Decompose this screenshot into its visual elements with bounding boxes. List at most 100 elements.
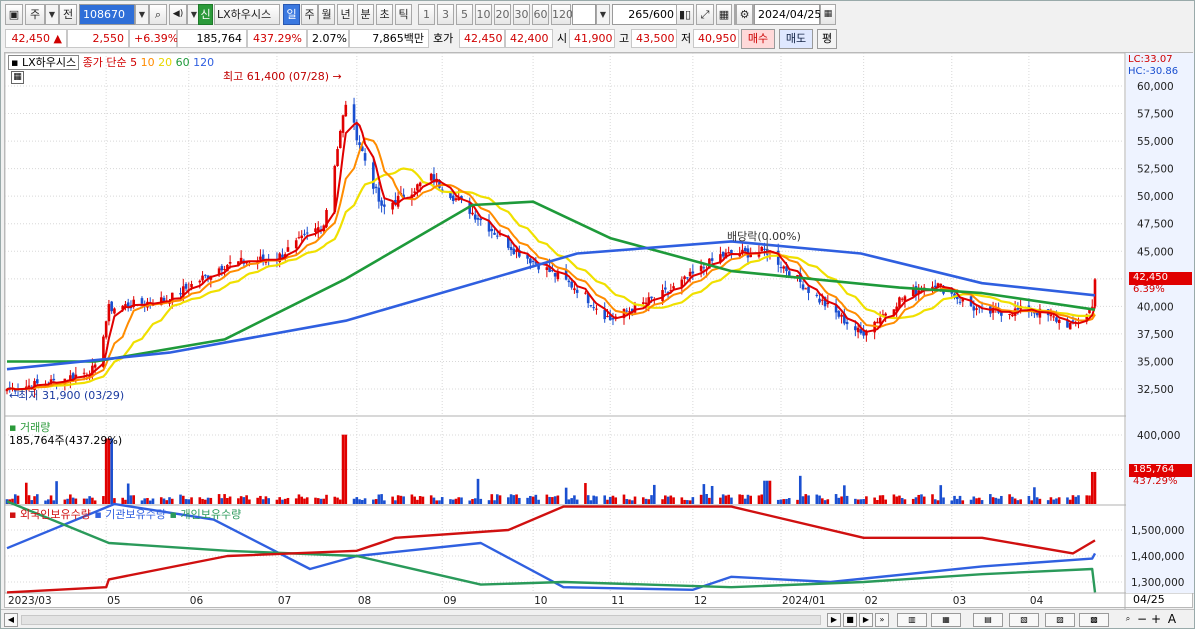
x-tick-label: 05	[107, 595, 120, 607]
volume-bar	[1046, 500, 1050, 504]
volume-bar	[267, 498, 270, 504]
volume-bar	[416, 499, 419, 504]
expand-icon[interactable]: ▦	[716, 4, 732, 25]
volume-bar	[1052, 499, 1055, 504]
scroll-track[interactable]	[21, 615, 821, 625]
stock-code-input[interactable]: 108670	[79, 4, 135, 25]
period-button-0[interactable]: 일	[283, 4, 300, 25]
legend-inst[interactable]: ▪ 기관보유수량	[94, 508, 166, 521]
candle-body	[1016, 307, 1020, 310]
search-zoom-icon[interactable]: ⌕	[1121, 613, 1135, 627]
layout-6-icon[interactable]: ▩	[1079, 613, 1109, 627]
interval-button-1[interactable]: 3	[437, 4, 454, 25]
eval-button[interactable]: 평	[817, 29, 837, 49]
volume-bar	[322, 498, 326, 504]
volume-bar	[305, 497, 309, 504]
volume-bar	[804, 494, 808, 504]
legend-ma10[interactable]: 10	[141, 56, 155, 69]
legend-price-label[interactable]: 종가	[83, 56, 103, 69]
play-icon[interactable]: ▶	[859, 613, 873, 627]
stock-code-dropdown-icon[interactable]: ▼	[135, 4, 149, 25]
period-button-6[interactable]: 틱	[395, 4, 412, 25]
interval-button-6[interactable]: 60	[532, 4, 549, 25]
fast-forward-icon[interactable]: »	[875, 613, 889, 627]
scroll-left-icon[interactable]: ◀	[4, 613, 18, 627]
volume-bar	[931, 494, 934, 504]
search-icon[interactable]: ⌕	[149, 4, 167, 25]
interval-button-7[interactable]: 120	[551, 4, 573, 25]
speaker-icon[interactable]: ◀)	[169, 4, 187, 25]
layout-3-icon[interactable]: ▤	[973, 613, 1003, 627]
layout-1-icon[interactable]: ▥	[897, 613, 927, 627]
interval-dropdown-icon[interactable]: ▼	[596, 4, 610, 25]
volume-bar	[209, 497, 213, 504]
chart-scrollbar[interactable]: ◀ ▶ ■ ▶ » ▥ ▦ ▤ ▧ ▨ ▩ ⌕ − + A	[1, 609, 1194, 628]
price-tick-label: 35,000	[1137, 356, 1174, 368]
legend-ma20[interactable]: 20	[158, 56, 172, 69]
layout-4-icon[interactable]: ▧	[1009, 613, 1039, 627]
legend-ma-label[interactable]: 단순	[106, 56, 126, 69]
stop-icon[interactable]: ■	[843, 613, 857, 627]
volume-bar	[1011, 496, 1014, 504]
interval-button-2[interactable]: 5	[456, 4, 473, 25]
period-button-5[interactable]: 초	[376, 4, 393, 25]
volume-bar	[24, 482, 28, 504]
legend-ma120[interactable]: 120	[193, 56, 214, 69]
volume-tick-label: 400,000	[1137, 430, 1180, 442]
interval-button-3[interactable]: 10	[475, 4, 492, 25]
volume-bar	[548, 496, 551, 504]
legend-stock-name[interactable]: ▪ LX하우시스	[8, 55, 80, 70]
candle-type-icon[interactable]: ▮▯	[676, 4, 694, 25]
price-legend: ▪ LX하우시스 종가 단순 5 10 20 60 120	[8, 54, 214, 70]
volume-bar	[363, 498, 367, 504]
period-button-1[interactable]: 주	[301, 4, 318, 25]
legend-foreign[interactable]: ▪ 외국인보유수량	[9, 508, 91, 521]
volume-bar	[997, 498, 1000, 504]
interval-custom-input[interactable]	[572, 4, 596, 25]
settings-gear-icon[interactable]: ⚙	[736, 4, 753, 25]
chart-layout-icon[interactable]: ▣	[5, 4, 23, 25]
mode-dropdown-icon[interactable]: ▼	[45, 4, 59, 25]
interval-button-5[interactable]: 30	[513, 4, 530, 25]
interval-button-0[interactable]: 1	[418, 4, 435, 25]
data-count-input: 265	[628, 8, 650, 21]
chart-area[interactable]: 60,000 57,500 55,000 52,500 50,000 47,500 45,0…	[4, 52, 1194, 609]
period-button-4[interactable]: 분	[357, 4, 374, 25]
chart-svg[interactable]: 60,000 57,500 55,000 52,500 50,000 47,500 45,0…	[5, 53, 1194, 609]
volume-bar	[294, 498, 298, 504]
prev-button[interactable]: 전	[59, 4, 77, 25]
date-input[interactable]: 2024/04/25	[754, 4, 821, 25]
auto-scale-icon[interactable]: A	[1165, 613, 1179, 627]
scroll-right-icon[interactable]: ▶	[827, 613, 841, 627]
legend-ma5[interactable]: 5	[130, 56, 137, 69]
table-toggle-icon[interactable]: ▦	[11, 71, 24, 84]
high-price: 43,500	[631, 29, 677, 48]
sell-button[interactable]: 매도	[779, 29, 813, 49]
dividend-annotation: 배당락(0.00%)	[727, 230, 801, 243]
volume-bar	[432, 497, 436, 504]
draw-tool-icon[interactable]: ⤢	[696, 4, 714, 25]
buy-button[interactable]: 매수	[741, 29, 775, 49]
volume-bar	[429, 495, 433, 504]
legend-retail[interactable]: ▪ 개인보유수량	[170, 508, 242, 521]
volume-bar	[512, 495, 516, 504]
period-button-3[interactable]: 년	[337, 4, 354, 25]
legend-ma60[interactable]: 60	[176, 56, 190, 69]
period-button-2[interactable]: 월	[318, 4, 335, 25]
volume-bar	[55, 481, 58, 504]
interval-button-4[interactable]: 20	[494, 4, 511, 25]
volume-bar	[93, 500, 97, 504]
data-count-display[interactable]: 265/600	[612, 4, 678, 25]
zoom-in-icon[interactable]: +	[1149, 613, 1163, 627]
zoom-out-icon[interactable]: −	[1135, 613, 1149, 627]
volume-bar	[843, 485, 846, 504]
volume-bar	[592, 495, 595, 504]
candle-body	[93, 364, 97, 368]
layout-5-icon[interactable]: ▨	[1045, 613, 1075, 627]
candle-body	[372, 162, 375, 189]
volume-bar	[440, 497, 444, 504]
layout-2-icon[interactable]: ▦	[931, 613, 961, 627]
mode-select[interactable]: 주	[25, 4, 45, 25]
volume-bar	[878, 495, 882, 504]
calendar-icon[interactable]: ▦	[820, 4, 836, 25]
